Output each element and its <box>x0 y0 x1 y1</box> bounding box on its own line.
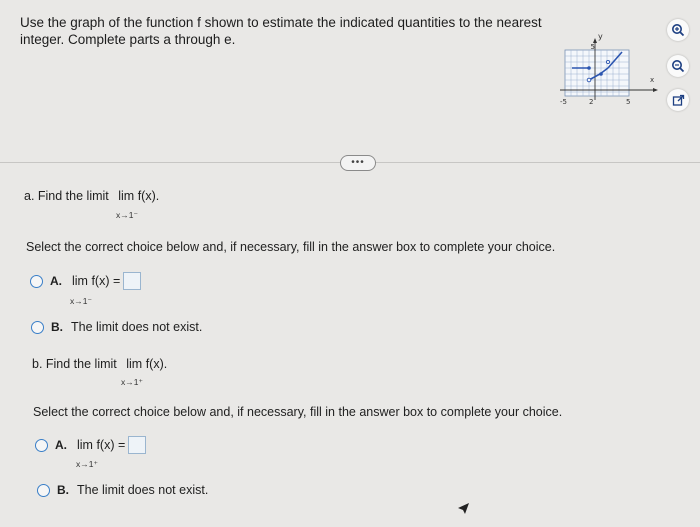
part-b-question: b. Find the limit lim f(x). <box>32 357 167 371</box>
part-b-limit-sub: x→1⁺ <box>121 377 143 387</box>
zoom-out-icon <box>672 60 685 73</box>
part-b-choice-b-radio[interactable] <box>37 483 50 497</box>
svg-text:-5: -5 <box>560 98 567 106</box>
part-a-choice-a[interactable]: A. lim f(x) = <box>30 272 142 290</box>
mouse-cursor-icon <box>458 503 469 514</box>
part-a-instruction: Select the correct choice below and, if … <box>26 240 556 254</box>
part-a-limit-sub: x→1⁻ <box>116 210 138 220</box>
expand-button[interactable]: ••• <box>340 155 376 171</box>
graph-svg: y 5 x -5 2 5 <box>560 32 658 106</box>
svg-text:x: x <box>650 76 654 84</box>
part-a-choice-a-label: A. <box>50 274 62 288</box>
part-b-instruction: Select the correct choice below and, if … <box>33 405 563 419</box>
part-a-question: a. Find the limit lim f(x). <box>24 189 159 203</box>
part-b-choice-b-label: B. <box>57 483 69 497</box>
svg-text:2: 2 <box>589 98 593 106</box>
zoom-in-button[interactable] <box>667 19 689 41</box>
part-b-choice-b-text: The limit does not exist. <box>77 483 209 497</box>
part-a-question-text: a. Find the limit <box>24 189 109 203</box>
svg-text:y: y <box>598 32 603 41</box>
part-a-choice-b-radio[interactable] <box>31 320 44 334</box>
part-a-limit-expr: lim f(x). <box>118 189 160 203</box>
part-b-choice-a-label: A. <box>55 438 67 452</box>
part-b-choice-a-sub: x→1⁺ <box>76 459 98 469</box>
part-b-choice-b[interactable]: B. The limit does not exist. <box>37 483 208 497</box>
part-a-answer-box[interactable] <box>123 272 142 290</box>
part-a-choice-a-sub: x→1⁻ <box>70 296 92 306</box>
part-b-choice-a-expr: lim f(x) = <box>77 438 126 452</box>
part-a-choice-a-radio[interactable] <box>30 274 43 288</box>
function-graph[interactable]: y 5 x -5 2 5 <box>560 28 665 108</box>
zoom-in-icon <box>672 24 685 37</box>
part-b-limit-expr: lim f(x). <box>126 357 168 371</box>
svg-text:5: 5 <box>626 98 630 106</box>
part-b-question-text: b. Find the limit <box>32 357 117 371</box>
zoom-out-button[interactable] <box>667 55 689 77</box>
part-b-choice-a-radio[interactable] <box>35 438 48 452</box>
part-b-choice-a[interactable]: A. lim f(x) = <box>35 436 147 454</box>
part-a-choice-b-text: The limit does not exist. <box>71 320 203 334</box>
problem-prompt: Use the graph of the function f shown to… <box>20 15 542 47</box>
part-a-choice-a-expr: lim f(x) = <box>72 274 121 288</box>
part-a-choice-b-label: B. <box>51 320 63 334</box>
popout-icon <box>672 94 684 106</box>
part-a-choice-b[interactable]: B. The limit does not exist. <box>31 320 202 334</box>
part-b-answer-box[interactable] <box>128 436 147 454</box>
popout-button[interactable] <box>667 89 689 111</box>
svg-text:5: 5 <box>591 43 595 51</box>
